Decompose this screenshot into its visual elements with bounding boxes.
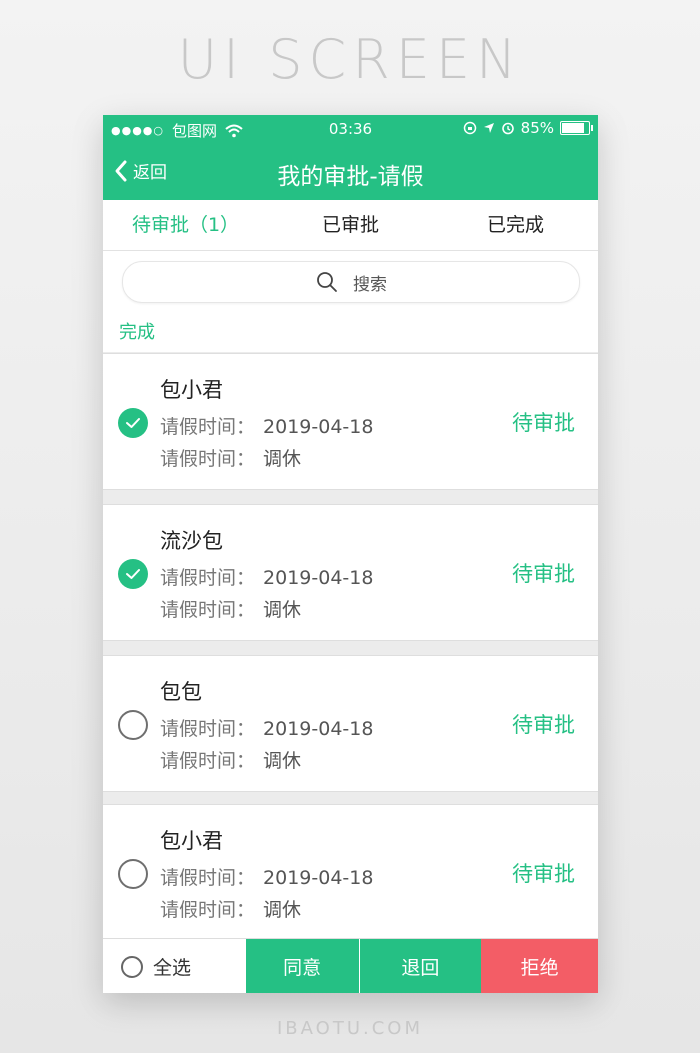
reject-button[interactable]: 拒绝	[481, 939, 598, 993]
battery-icon	[560, 121, 593, 135]
leave-type-row: 请假时间： 调休	[160, 746, 301, 773]
tab-bar: 待审批（1） 已审批 已完成	[103, 200, 598, 251]
field-label: 请假时间：	[160, 599, 256, 621]
field-label: 请假时间：	[160, 750, 256, 772]
item-checkbox[interactable]	[118, 710, 148, 740]
bottom-action-bar: 全选 同意 退回 拒绝	[103, 938, 598, 993]
leave-type: 调休	[263, 750, 302, 772]
leave-time-row: 请假时间： 2019-04-18	[160, 863, 373, 890]
status-badge: 待审批	[512, 862, 575, 886]
status-badge: 待审批	[512, 411, 575, 435]
field-label: 请假时间：	[160, 416, 256, 438]
page-title: 我的审批-请假	[277, 164, 424, 190]
field-label: 请假时间：	[160, 899, 256, 921]
check-icon	[126, 418, 140, 428]
item-checkbox[interactable]	[118, 559, 148, 589]
search-section: 搜索 完成	[103, 251, 598, 352]
search-placeholder: 搜索	[353, 274, 387, 295]
select-all-radio[interactable]	[121, 955, 143, 978]
nav-bar: 返回 我的审批-请假	[103, 143, 598, 200]
alarm-icon	[501, 122, 514, 135]
phone-screen: ●●●●○ 包图网 03:36 85% 返回 我的审批-请假 待审批（1） 已审…	[103, 115, 598, 993]
battery-percent: 85%	[520, 119, 554, 137]
leave-type-row: 请假时间： 调休	[160, 444, 301, 471]
leave-time-row: 请假时间： 2019-04-18	[160, 563, 373, 590]
leave-type-row: 请假时间： 调休	[160, 895, 301, 922]
item-checkbox[interactable]	[118, 408, 148, 438]
status-bar: ●●●●○ 包图网 03:36 85%	[103, 115, 598, 143]
employee-name: 包小君	[160, 829, 223, 853]
leave-type: 调休	[263, 448, 302, 470]
return-button[interactable]: 退回	[359, 939, 482, 993]
field-label: 请假时间：	[160, 448, 256, 470]
field-label: 请假时间：	[160, 867, 256, 889]
location-icon	[483, 123, 494, 133]
check-icon	[126, 569, 140, 579]
leave-date: 2019-04-18	[263, 718, 374, 740]
leave-type-row: 请假时间： 调休	[160, 595, 301, 622]
section-label: 完成	[119, 322, 155, 343]
tab-completed[interactable]: 已完成	[433, 200, 598, 250]
employee-name: 包小君	[160, 378, 223, 402]
list-item[interactable]: 包包 请假时间： 2019-04-18 请假时间： 调休 待审批	[103, 655, 598, 792]
leave-type: 调休	[263, 899, 302, 921]
field-label: 请假时间：	[160, 567, 256, 589]
leave-date: 2019-04-18	[263, 416, 374, 438]
select-all-toggle[interactable]: 全选	[103, 939, 246, 993]
list-item[interactable]: 流沙包 请假时间： 2019-04-18 请假时间： 调休 待审批	[103, 504, 598, 641]
employee-name: 流沙包	[160, 529, 223, 553]
agree-button[interactable]: 同意	[245, 939, 360, 993]
leave-date: 2019-04-18	[263, 867, 374, 889]
select-all-label: 全选	[153, 957, 192, 979]
status-badge: 待审批	[512, 562, 575, 586]
footer-brand: IBAOTU.COM	[277, 1018, 423, 1039]
search-input[interactable]: 搜索	[122, 261, 580, 303]
field-label: 请假时间：	[160, 718, 256, 740]
leave-type: 调休	[263, 599, 302, 621]
headline: UI SCREEN	[177, 28, 523, 91]
tab-pending[interactable]: 待审批（1）	[103, 200, 268, 250]
leave-time-row: 请假时间： 2019-04-18	[160, 714, 373, 741]
list-item[interactable]: 包小君 请假时间： 2019-04-18 请假时间： 调休 待审批	[103, 353, 598, 490]
leave-date: 2019-04-18	[263, 567, 374, 589]
tab-approved[interactable]: 已审批	[268, 200, 433, 250]
lock-rotation-icon	[463, 121, 476, 135]
status-right: 85%	[463, 119, 593, 137]
status-badge: 待审批	[512, 713, 575, 737]
search-icon	[317, 272, 337, 292]
item-checkbox[interactable]	[118, 859, 148, 889]
employee-name: 包包	[160, 680, 202, 704]
list-item[interactable]: 包小君 请假时间： 2019-04-18 请假时间： 调休 待审批	[103, 804, 598, 946]
leave-time-row: 请假时间： 2019-04-18	[160, 412, 373, 439]
